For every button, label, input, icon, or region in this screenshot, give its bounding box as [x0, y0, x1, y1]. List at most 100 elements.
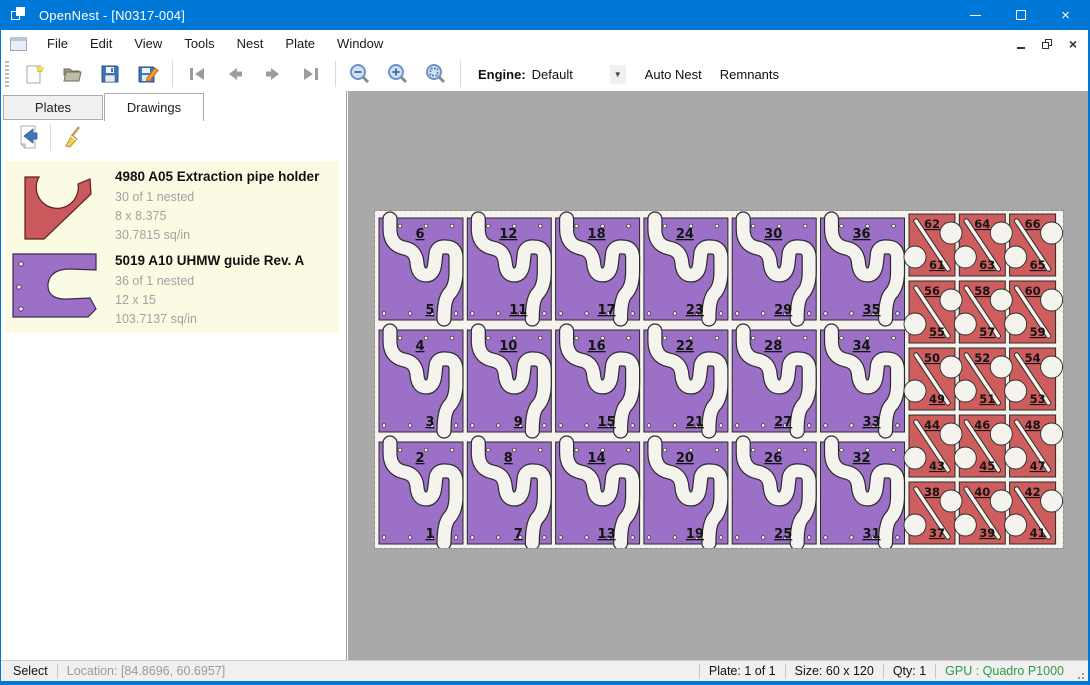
svg-text:34: 34: [852, 339, 870, 354]
drawing-item-uhmw-guide[interactable]: 5019 A10 UHMW guide Rev. A 36 of 1 neste…: [9, 251, 335, 329]
plate-size: Size: 60 x 120: [795, 664, 874, 678]
plate-count: Plate: 1 of 1: [709, 664, 776, 678]
go-next-icon: [261, 62, 285, 86]
go-next-button[interactable]: [254, 60, 292, 88]
resize-grip[interactable]: [1074, 669, 1084, 679]
save-as-button[interactable]: [129, 60, 167, 88]
svg-text:55: 55: [929, 325, 945, 339]
clear-broom-icon: [60, 124, 86, 150]
svg-text:43: 43: [929, 459, 945, 473]
svg-text:48: 48: [1025, 418, 1041, 432]
svg-text:33: 33: [862, 415, 880, 430]
plate-sheet[interactable]: 6512111817242330293635431091615222128273…: [375, 211, 1063, 548]
document-icon[interactable]: [10, 37, 27, 51]
auto-nest-button[interactable]: Auto Nest: [636, 62, 711, 87]
tab-plates[interactable]: Plates: [3, 95, 103, 120]
menu-bar: File Edit View Tools Nest Plate Window ×: [1, 30, 1088, 57]
engine-combobox[interactable]: Default: [532, 67, 610, 82]
drawing-item-extraction-pipe-holder[interactable]: 4980 A05 Extraction pipe holder 30 of 1 …: [9, 167, 335, 245]
svg-text:2: 2: [415, 451, 424, 466]
mdi-close-button[interactable]: ×: [1064, 35, 1082, 53]
nest-canvas[interactable]: 6512111817242330293635431091615222128273…: [348, 91, 1090, 660]
svg-text:23: 23: [686, 303, 704, 318]
svg-text:27: 27: [774, 415, 792, 430]
svg-text:50: 50: [924, 351, 940, 365]
drawing-size: 8 x 8.375: [115, 207, 319, 226]
svg-text:15: 15: [598, 415, 616, 430]
drawing-nested-count: 30 of 1 nested: [115, 188, 319, 207]
engine-dropdown-button[interactable]: ▼: [610, 65, 626, 84]
mdi-restore-button[interactable]: [1038, 35, 1056, 53]
drawing-thumbnail-red: [9, 167, 101, 245]
plate-qty: Qty: 1: [893, 664, 926, 678]
mode-indicator: Select: [13, 664, 48, 678]
svg-text:40: 40: [974, 485, 990, 499]
menu-plate[interactable]: Plate: [274, 31, 326, 56]
svg-text:49: 49: [929, 392, 945, 406]
svg-text:6: 6: [415, 227, 424, 242]
title-bar: OpenNest - [N0317-004] ×: [1, 0, 1088, 30]
app-icon: [11, 7, 29, 23]
zoom-in-button[interactable]: [379, 60, 417, 88]
drawing-area: 30.7815 sq/in: [115, 226, 319, 245]
save-button[interactable]: [91, 60, 129, 88]
svg-text:5: 5: [425, 303, 434, 318]
svg-text:3: 3: [425, 415, 434, 430]
svg-text:24: 24: [676, 227, 694, 242]
clear-drawings-button[interactable]: [56, 123, 90, 151]
import-drawing-button[interactable]: [11, 123, 45, 151]
toolbar-grip[interactable]: [5, 61, 9, 87]
application-window: OpenNest - [N0317-004] × File Edit View …: [0, 0, 1090, 685]
menu-tools[interactable]: Tools: [173, 31, 225, 56]
svg-text:63: 63: [979, 258, 995, 272]
svg-text:36: 36: [852, 227, 870, 242]
svg-text:12: 12: [499, 227, 517, 242]
open-file-button[interactable]: [53, 60, 91, 88]
svg-text:64: 64: [974, 217, 990, 231]
tab-drawings[interactable]: Drawings: [104, 93, 204, 121]
main-toolbar: Engine: Default ▼ Auto Nest Remnants: [1, 57, 1088, 91]
window-border: [1, 681, 1088, 685]
go-first-button[interactable]: [178, 60, 216, 88]
svg-text:18: 18: [588, 227, 606, 242]
save-as-icon: [136, 62, 160, 86]
svg-text:59: 59: [1030, 325, 1046, 339]
svg-text:22: 22: [676, 339, 694, 354]
go-last-button[interactable]: [292, 60, 330, 88]
zoom-fit-button[interactable]: [417, 60, 455, 88]
new-file-button[interactable]: [15, 60, 53, 88]
svg-text:60: 60: [1025, 284, 1041, 298]
drawings-toolbar: [1, 121, 346, 153]
svg-text:4: 4: [415, 339, 424, 354]
svg-text:11: 11: [509, 303, 527, 318]
svg-text:21: 21: [686, 415, 704, 430]
side-panel: Plates Drawings: [1, 91, 347, 660]
menu-window[interactable]: Window: [326, 31, 394, 56]
menu-view[interactable]: View: [123, 31, 173, 56]
svg-text:20: 20: [676, 451, 694, 466]
svg-text:37: 37: [929, 526, 945, 540]
svg-text:46: 46: [974, 418, 990, 432]
menu-file[interactable]: File: [36, 31, 79, 56]
remnants-button[interactable]: Remnants: [711, 62, 788, 87]
svg-text:10: 10: [499, 339, 517, 354]
drawing-size: 12 x 15: [115, 291, 304, 310]
open-file-icon: [60, 62, 84, 86]
svg-text:28: 28: [764, 339, 782, 354]
svg-text:8: 8: [504, 451, 513, 466]
zoom-out-button[interactable]: [341, 60, 379, 88]
save-icon: [98, 62, 122, 86]
svg-text:57: 57: [979, 325, 995, 339]
menu-nest[interactable]: Nest: [226, 31, 275, 56]
drawing-area: 103.7137 sq/in: [115, 310, 304, 329]
close-button[interactable]: ×: [1043, 0, 1088, 30]
minimize-button[interactable]: [953, 0, 998, 30]
svg-text:42: 42: [1025, 485, 1041, 499]
zoom-in-icon: [386, 62, 410, 86]
svg-text:41: 41: [1030, 526, 1046, 540]
go-previous-button[interactable]: [216, 60, 254, 88]
mdi-minimize-button[interactable]: [1012, 35, 1030, 53]
menu-edit[interactable]: Edit: [79, 31, 123, 56]
maximize-button[interactable]: [998, 0, 1043, 30]
svg-text:13: 13: [598, 527, 616, 542]
